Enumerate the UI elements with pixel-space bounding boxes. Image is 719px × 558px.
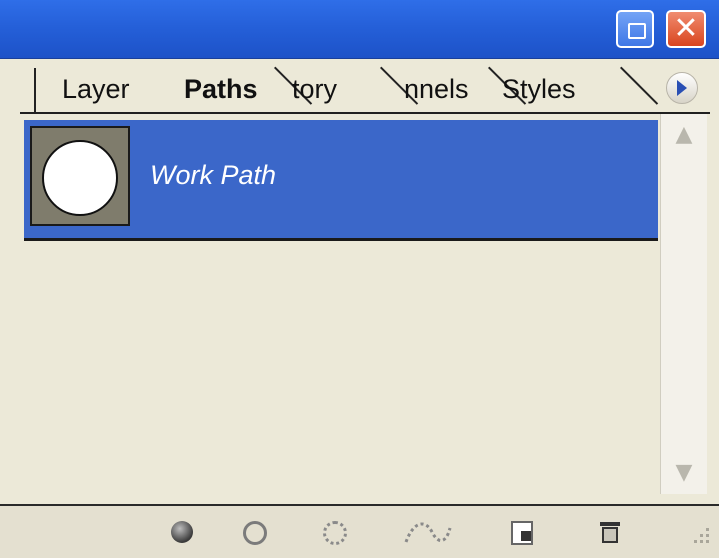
path-name: Work Path [150,160,277,190]
stroke-path-icon[interactable] [240,518,268,546]
tab-styles[interactable]: Styles [490,68,610,112]
close-button[interactable]: ✕ [666,10,706,48]
load-selection-icon[interactable] [320,518,348,546]
scroll-up-icon[interactable]: ▲ [669,120,699,150]
tab-paths[interactable]: Paths [170,68,274,112]
close-icon: ✕ [673,11,699,46]
scroll-down-icon[interactable]: ▼ [669,458,699,488]
tab-layers[interactable]: Layer [34,68,174,112]
panel-menu-button[interactable] [666,72,698,104]
tab-label-paths: Paths [184,74,258,104]
tab-separator [620,66,659,105]
tab-label-layers: Layer [62,74,130,104]
paths-bottom-toolbar [0,504,719,558]
tab-label-styles: Styles [502,74,576,104]
path-row-work-path[interactable]: Work Path [24,120,658,241]
make-work-path-icon[interactable] [402,518,454,546]
minimize-button[interactable] [616,10,654,48]
tab-label-history: tory [292,74,338,104]
tab-channels[interactable]: nnels [382,68,492,112]
minimize-icon [628,23,646,39]
resize-grip-icon[interactable] [692,526,712,546]
vertical-scrollbar[interactable]: ▲ ▼ [660,114,707,494]
fill-path-icon[interactable] [168,518,196,546]
triangle-right-icon [677,80,687,96]
title-bar: ✕ [0,0,719,59]
paths-list: Work Path ▲ ▼ [20,114,710,504]
new-path-icon[interactable] [508,518,536,546]
delete-path-icon[interactable] [596,518,624,546]
tab-history[interactable]: tory [274,68,382,112]
panel-tab-strip: Layer Paths tory nnels Styles [20,66,710,114]
circle-path-thumbnail [42,140,118,216]
path-thumbnail [30,126,130,226]
tab-label-channels: nnels [404,74,469,104]
